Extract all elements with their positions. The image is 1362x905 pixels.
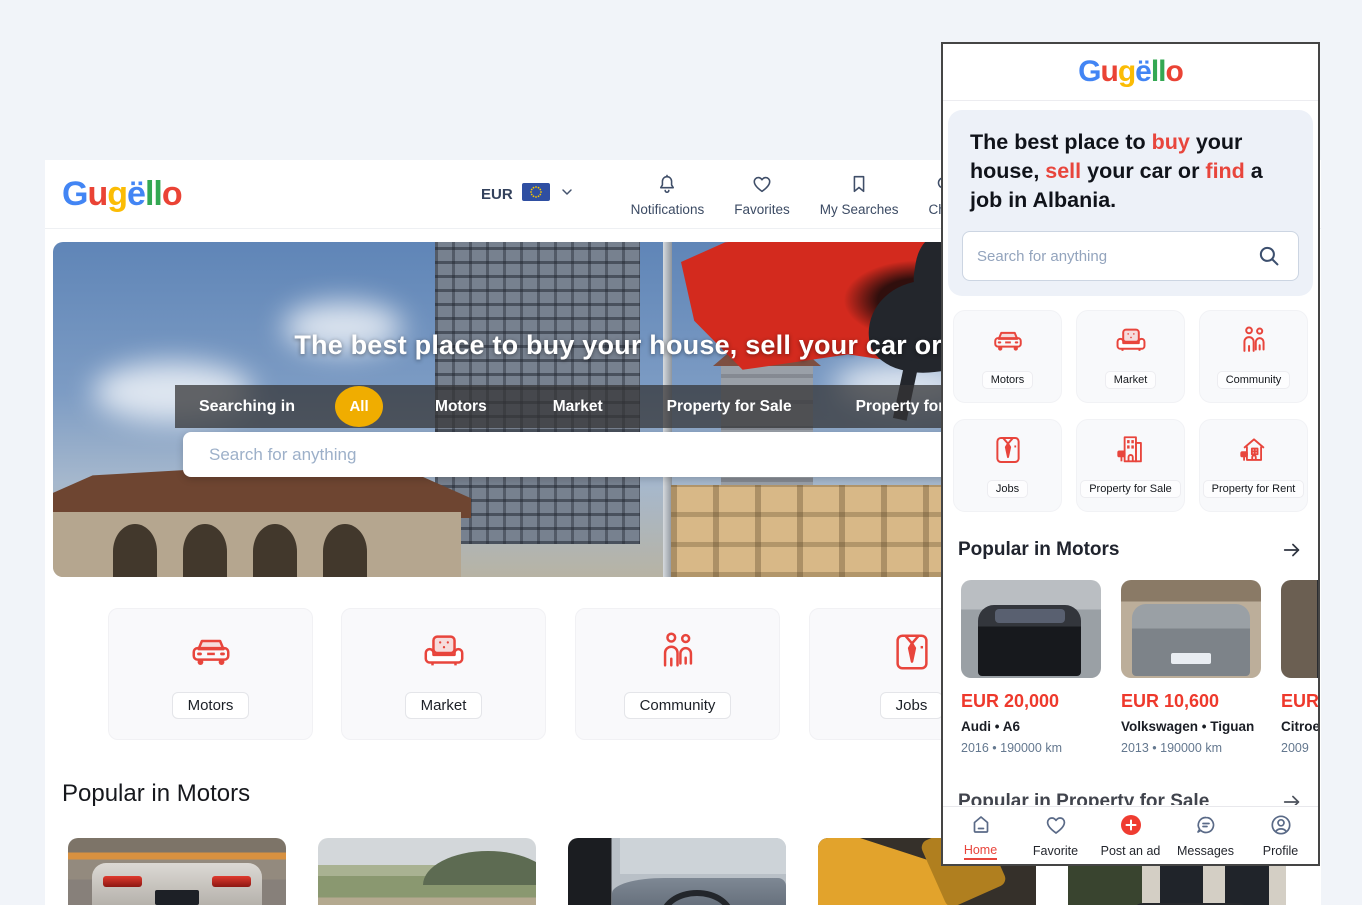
plus-circle-icon: [1119, 813, 1143, 842]
listing-card-audi-a6[interactable]: EUR 20,000 Audi • A6 2016 • 190000 km: [961, 580, 1101, 755]
car-photo-countryside: [318, 838, 536, 905]
gugello-logo[interactable]: Gugëllo: [62, 175, 182, 214]
tab-market[interactable]: Market: [553, 398, 603, 416]
car-photo-audi-front: [961, 580, 1101, 678]
mosque-arch: [113, 524, 157, 577]
category-label: Jobs: [987, 480, 1028, 498]
bottomnav-messages[interactable]: Messages: [1168, 813, 1243, 858]
arrow-right-icon[interactable]: [1281, 791, 1303, 805]
listing-title: Audi • A6: [961, 719, 1101, 734]
mobile-hero-card: The best place to buy your house, sell y…: [948, 110, 1313, 296]
gugello-logo-mobile[interactable]: Gugëllo: [1078, 55, 1183, 89]
listing-card[interactable]: [68, 838, 286, 905]
building-sale-icon: [1114, 433, 1148, 472]
home-icon: [969, 812, 993, 841]
category-label: Motors: [982, 371, 1034, 389]
listing-meta: 2016 • 190000 km: [961, 741, 1101, 755]
mosque-arch: [183, 524, 227, 577]
car-photo-interior: [568, 838, 786, 905]
mobile-category-motors[interactable]: Motors: [953, 310, 1062, 403]
mobile-category-property-for-sale[interactable]: Property for Sale: [1076, 419, 1185, 512]
listing-title: Citroe: [1281, 719, 1318, 734]
profile-icon: [1269, 813, 1293, 842]
nav-my-searches[interactable]: My Searches: [820, 173, 899, 217]
mobile-popular-header: Popular in Motors: [958, 539, 1303, 561]
currency-code: EUR: [481, 186, 513, 203]
mobile-listings-row: EUR 20,000 Audi • A6 2016 • 190000 km EU…: [943, 580, 1318, 755]
people-icon: [1237, 324, 1271, 363]
sofa-icon: [421, 629, 467, 680]
mobile-next-section-header: Popular in Property for Sale: [958, 791, 1303, 805]
listing-price: EUR: [1281, 691, 1318, 712]
category-label: Motors: [172, 692, 250, 719]
bottomnav-post-an-ad[interactable]: Post an ad: [1093, 813, 1168, 858]
car-icon: [991, 324, 1025, 363]
bottomnav-profile[interactable]: Profile: [1243, 813, 1318, 858]
category-label: Community: [1217, 371, 1291, 389]
category-card-motors[interactable]: Motors: [108, 608, 313, 740]
listing-card[interactable]: [568, 838, 786, 905]
mobile-category-community[interactable]: Community: [1199, 310, 1308, 403]
sofa-icon: [1114, 324, 1148, 363]
listing-meta: 2009: [1281, 741, 1318, 755]
listing-price: EUR 10,600: [1121, 691, 1261, 712]
category-card-community[interactable]: Community: [575, 608, 780, 740]
category-label: Community: [624, 692, 732, 719]
mosque-arch: [323, 524, 367, 577]
car-photo-audi-rear: [68, 838, 286, 905]
nav-favorites[interactable]: Favorites: [734, 173, 790, 217]
category-label: Property for Rent: [1203, 480, 1305, 498]
mosque-arch: [253, 524, 297, 577]
bookmark-icon: [848, 173, 870, 200]
heart-icon: [751, 173, 773, 200]
arrow-right-icon[interactable]: [1281, 539, 1303, 561]
listing-card[interactable]: [318, 838, 536, 905]
tab-all[interactable]: All: [335, 386, 383, 427]
shirt-tie-icon: [889, 629, 935, 680]
mobile-category-grid: Motors Market Community Jobs Property fo…: [953, 310, 1308, 512]
listing-card-citroen[interactable]: EUR Citroe 2009: [1281, 580, 1318, 755]
mobile-category-property-for-rent[interactable]: Property for Rent: [1199, 419, 1308, 512]
car-icon: [188, 629, 234, 680]
heart-icon: [1044, 813, 1068, 842]
chevron-down-icon: [559, 184, 575, 205]
mobile-category-jobs[interactable]: Jobs: [953, 419, 1062, 512]
currency-selector[interactable]: EUR: [481, 183, 575, 206]
category-card-market[interactable]: Market: [341, 608, 546, 740]
bell-icon: [656, 173, 678, 200]
listing-card-vw-tiguan[interactable]: EUR 10,600 Volkswagen • Tiguan 2013 • 19…: [1121, 580, 1261, 755]
mobile-category-market[interactable]: Market: [1076, 310, 1185, 403]
category-label: Market: [405, 692, 483, 719]
message-bubble-icon: [1194, 813, 1218, 842]
eu-flag-icon: [522, 183, 550, 206]
people-icon: [655, 629, 701, 680]
category-label: Market: [1105, 371, 1157, 389]
popular-in-motors-title: Popular in Motors: [62, 780, 250, 808]
bottomnav-favorite[interactable]: Favorite: [1018, 813, 1093, 858]
listing-price: EUR 20,000: [961, 691, 1101, 712]
nav-notifications[interactable]: Notifications: [631, 173, 705, 217]
mobile-header: Gugëllo: [943, 44, 1318, 101]
car-photo-citroen: [1281, 580, 1318, 678]
popular-in-motors-title: Popular in Motors: [958, 539, 1120, 561]
mobile-search-input[interactable]: [963, 248, 1256, 265]
category-label: Jobs: [880, 692, 944, 719]
car-photo-tiguan-front: [1121, 580, 1261, 678]
tab-property-for-sale[interactable]: Property for Sale: [667, 398, 792, 416]
popular-in-property-title: Popular in Property for Sale: [958, 791, 1209, 805]
category-label: Property for Sale: [1080, 480, 1181, 498]
search-icon[interactable]: [1256, 243, 1282, 269]
listing-meta: 2013 • 190000 km: [1121, 741, 1261, 755]
tab-motors[interactable]: Motors: [435, 398, 487, 416]
desktop-header-nav: EUR Notifications Favorites My Searches: [481, 160, 1009, 229]
bottomnav-home[interactable]: Home: [943, 812, 1018, 860]
searching-in-label: Searching in: [199, 398, 295, 416]
mobile-preview-frame: Gugëllo The best place to buy your house…: [941, 42, 1320, 866]
mobile-search-bar: [962, 231, 1299, 281]
shirt-tie-icon: [991, 433, 1025, 472]
mobile-bottom-nav: Home Favorite Post an ad Messages Profil…: [943, 806, 1318, 864]
house-rent-icon: [1237, 433, 1271, 472]
listing-title: Volkswagen • Tiguan: [1121, 719, 1261, 734]
mobile-tagline: The best place to buy your house, sell y…: [970, 128, 1291, 214]
